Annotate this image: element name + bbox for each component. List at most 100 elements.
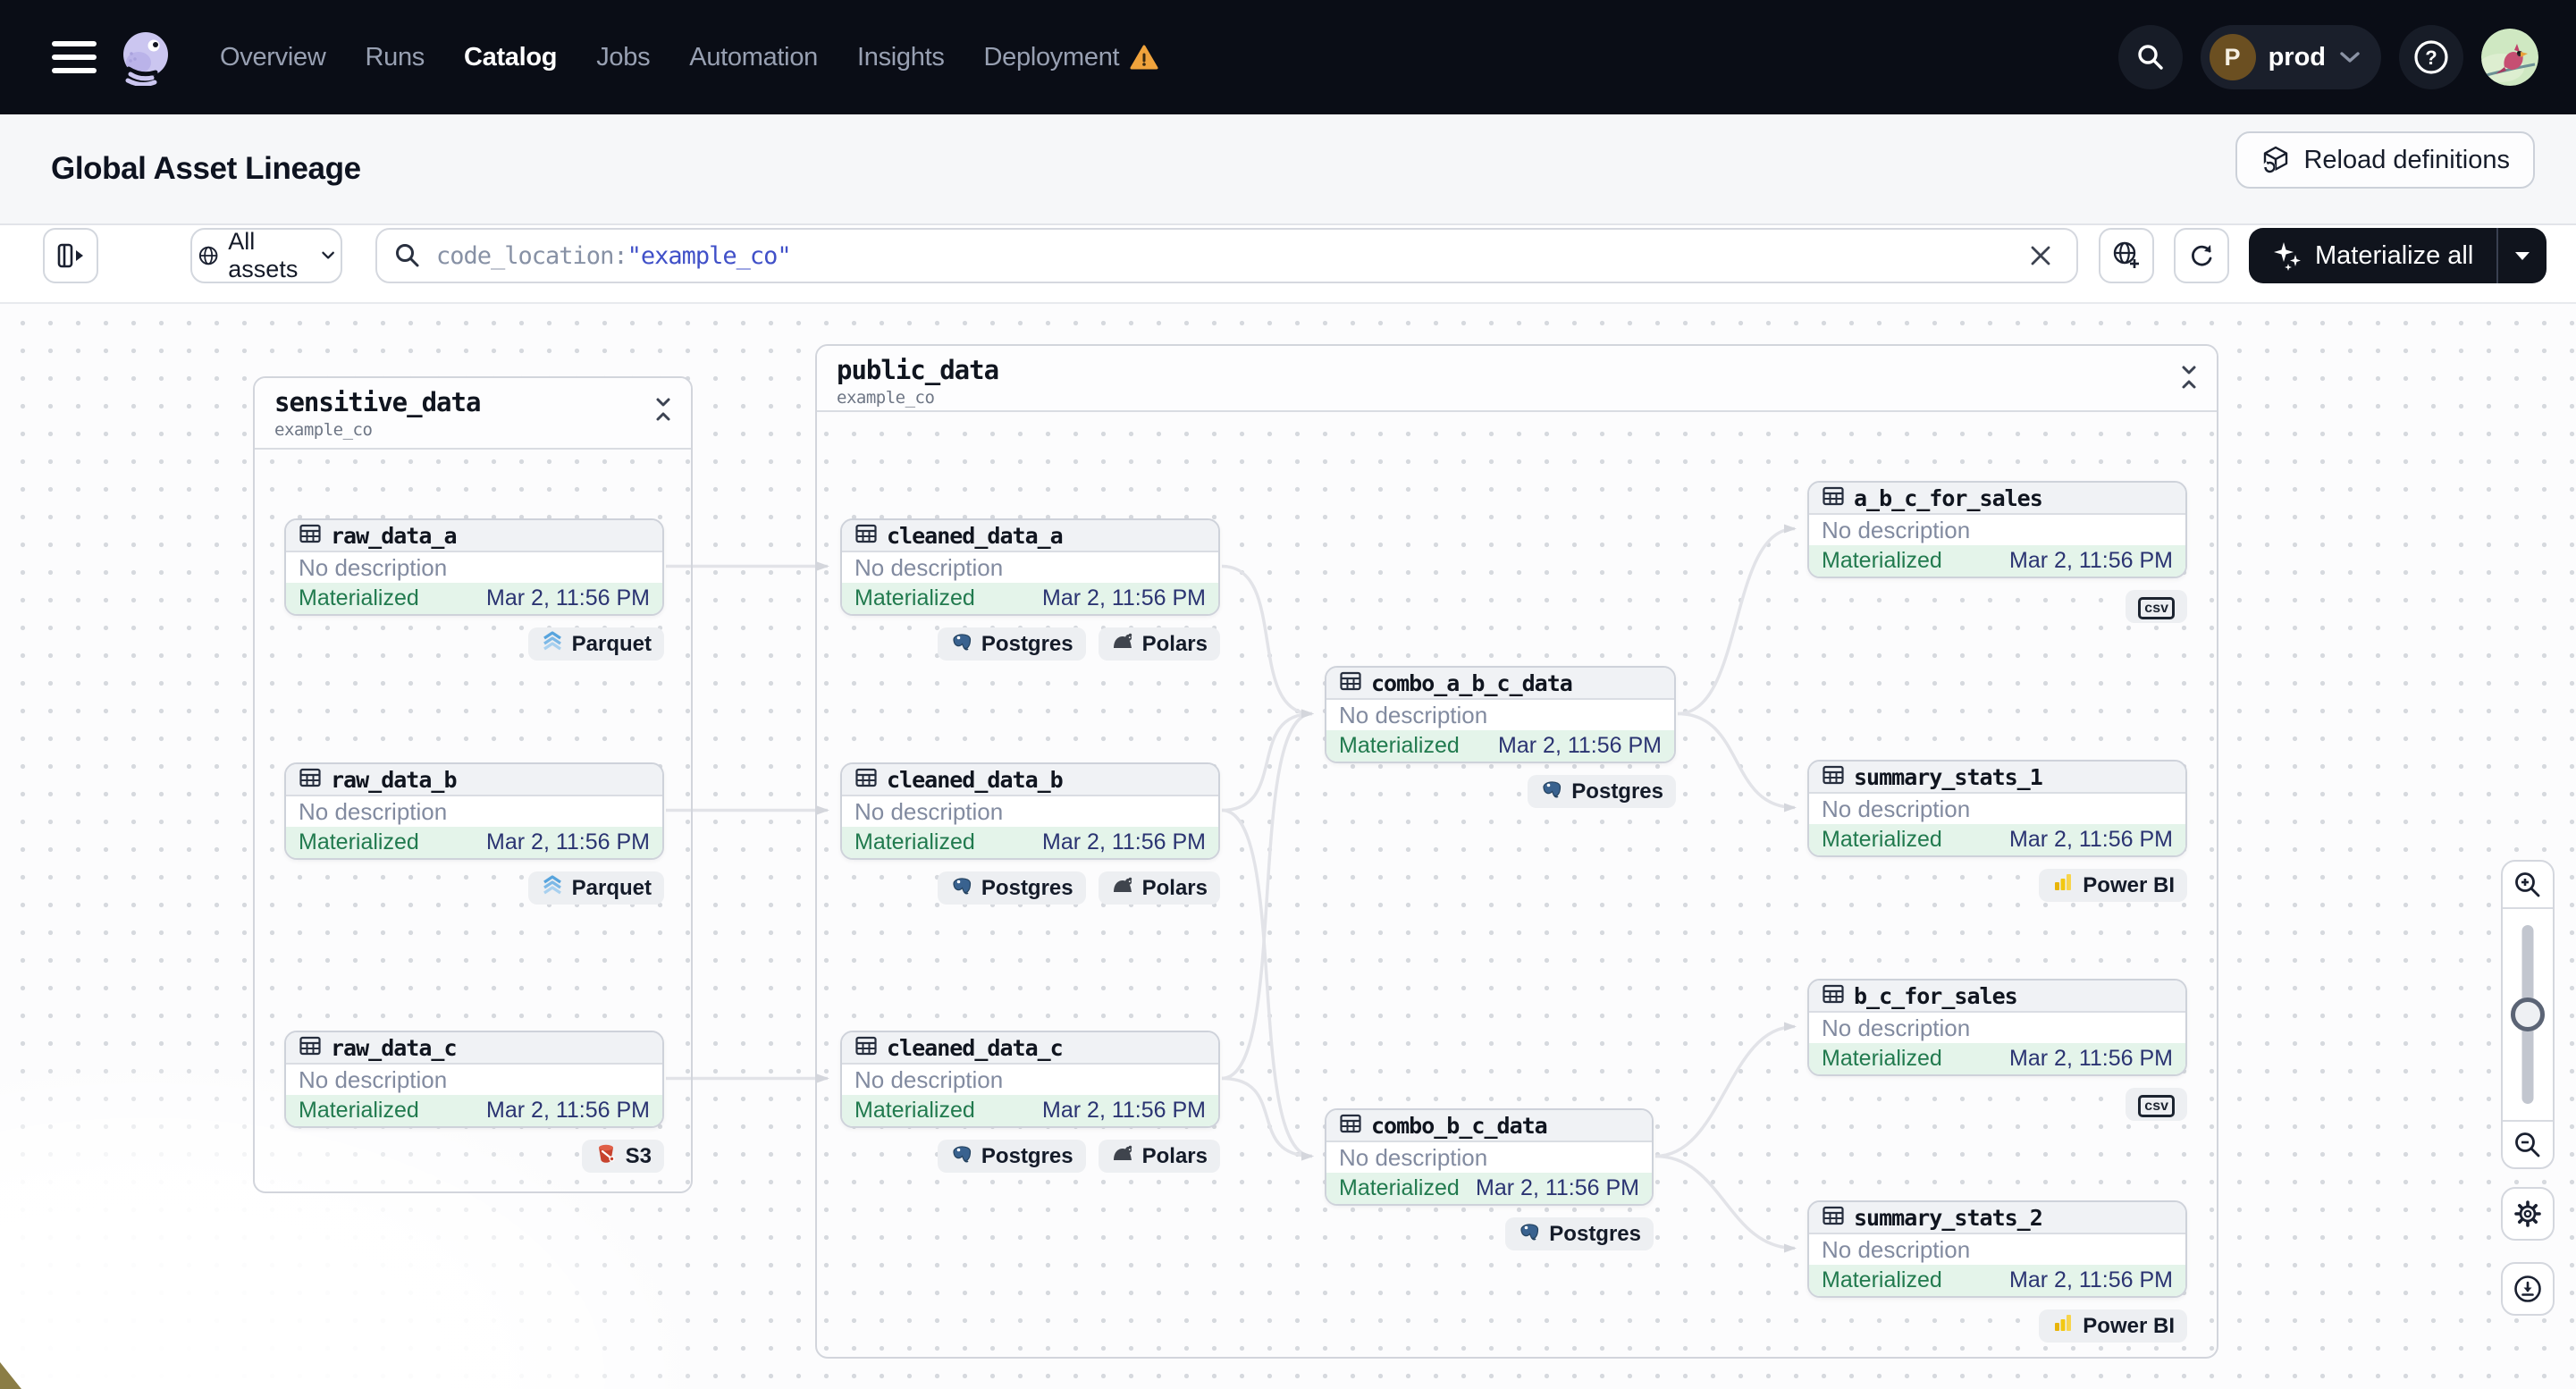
asset-tag-row: Postgres Polars [840,1140,1220,1173]
collapse-group-icon[interactable] [650,394,677,425]
group-header[interactable]: public_data example_co [817,346,2217,412]
asset-node-raw_data_b[interactable]: raw_data_b No description Materialized Mar … [284,762,664,860]
materialize-all-main[interactable]: Materialize all [2249,228,2496,283]
expand-panel-button[interactable] [43,228,98,283]
nav-item-insights[interactable]: Insights [857,43,945,72]
asset-node-cleaned_data_a[interactable]: cleaned_data_a No description Materialized… [840,518,1220,616]
group-header[interactable]: sensitive_data example_co [255,378,691,450]
asset-description: No description [1339,1143,1488,1171]
filter-code-location-button[interactable] [2099,228,2154,283]
materialized-timestamp[interactable]: Mar 2, 11:56 PM [1042,585,1206,611]
user-avatar[interactable] [2481,29,2538,86]
materialize-all-label: Materialize all [2315,240,2474,270]
tag-label: Parquet [571,631,652,656]
materialized-status: Materialized [1822,827,1942,852]
kind-tag-csv[interactable]: csv [2126,590,2187,623]
table-icon [1822,763,1845,791]
table-icon [1822,982,1845,1010]
powerbi-icon [2051,1311,2075,1341]
asset-node-header: cleaned_data_c [842,1032,1218,1065]
asset-node-summary_stats_1[interactable]: summary_stats_1 No description Materialize… [1807,760,2187,857]
asset-name: raw_data_a [331,522,458,549]
download-image-button[interactable] [2501,1262,2555,1316]
nav-item-automation[interactable]: Automation [689,43,818,72]
kind-tag-postgres[interactable]: Postgres [937,1140,1086,1173]
asset-node-combo_a_b_c_data[interactable]: combo_a_b_c_data No description Materializ… [1325,666,1676,763]
environment-switcher[interactable]: P prod [2200,25,2381,89]
kind-tag-csv[interactable]: csv [2126,1088,2187,1121]
gear-icon [2514,1200,2541,1227]
materialized-timestamp[interactable]: Mar 2, 11:56 PM [2009,1046,2173,1072]
collapse-group-icon[interactable] [2176,362,2202,392]
search-icon[interactable] [2117,25,2183,89]
kind-tag-power bi[interactable]: Power BI [2039,1309,2187,1343]
kind-tag-parquet[interactable]: Parquet [527,627,664,661]
nav-item-catalog[interactable]: Catalog [463,42,558,72]
nav-item-label: Catalog [463,42,558,72]
asset-node-header: combo_b_c_data [1326,1110,1652,1142]
materialized-timestamp[interactable]: Mar 2, 11:56 PM [2009,1267,2173,1293]
kind-tag-postgres[interactable]: Postgres [937,627,1086,661]
materialized-status: Materialized [1339,733,1460,758]
parquet-icon [541,629,564,659]
postgres-icon [1540,777,1563,806]
asset-node-combo_b_c_data[interactable]: combo_b_c_data No description Materialized… [1325,1108,1654,1206]
clear-search-icon[interactable] [2021,236,2060,275]
materialize-options-caret[interactable] [2496,228,2547,283]
nav-item-runs[interactable]: Runs [365,43,425,72]
asset-node-summary_stats_2[interactable]: summary_stats_2 No description Materialize… [1807,1200,2187,1298]
zoom-slider-thumb[interactable] [2511,998,2545,1032]
materialize-all-button[interactable]: Materialize all [2249,228,2547,283]
zoom-out-button[interactable] [2503,1120,2553,1167]
materialized-timestamp[interactable]: Mar 2, 11:56 PM [2009,548,2173,574]
asset-node-a_b_c_for_sales[interactable]: a_b_c_for_sales No description Materialize… [1807,481,2187,578]
kind-tag-polars[interactable]: Polars [1098,1140,1220,1173]
kind-tag-postgres[interactable]: Postgres [1528,775,1676,808]
kind-tag-parquet[interactable]: Parquet [527,871,664,905]
kind-tag-polars[interactable]: Polars [1098,627,1220,661]
dagster-logo-icon[interactable] [116,29,173,88]
materialized-timestamp[interactable]: Mar 2, 11:56 PM [486,585,650,611]
materialized-timestamp[interactable]: Mar 2, 11:56 PM [1476,1175,1639,1201]
kind-tag-s3[interactable]: S3 [581,1140,664,1173]
table-icon [299,1034,322,1062]
asset-node-raw_data_a[interactable]: raw_data_a No description Materialized Mar … [284,518,664,616]
kind-tag-postgres[interactable]: Postgres [937,871,1086,905]
nav-item-overview[interactable]: Overview [220,43,326,72]
asset-scope-dropdown[interactable]: All assets [190,228,342,283]
materialized-timestamp[interactable]: Mar 2, 11:56 PM [1042,829,1206,855]
kind-tag-postgres[interactable]: Postgres [1505,1217,1654,1250]
nav-item-deployment[interactable]: Deployment [984,43,1159,72]
nav-item-label: Automation [689,42,818,72]
materialized-timestamp[interactable]: Mar 2, 11:56 PM [486,1098,650,1124]
graph-settings-button[interactable] [2501,1187,2555,1241]
materialized-timestamp[interactable]: Mar 2, 11:56 PM [1498,733,1662,759]
asset-node-cleaned_data_b[interactable]: cleaned_data_b No description Materialized… [840,762,1220,860]
asset-node-raw_data_c[interactable]: raw_data_c No description Materialized Mar … [284,1031,664,1128]
asset-node-header: cleaned_data_a [842,520,1218,552]
asset-node-cleaned_data_c[interactable]: cleaned_data_c No description Materialized… [840,1031,1220,1128]
nav-item-label: Insights [856,42,945,72]
asset-tag-row: Parquet [284,627,664,661]
asset-node-header: raw_data_b [286,764,662,796]
help-icon[interactable]: ? [2399,25,2463,89]
refresh-button[interactable] [2174,228,2229,283]
zoom-in-button[interactable] [2503,862,2553,909]
minimap-corner [0,1362,21,1389]
nav-item-jobs[interactable]: Jobs [596,43,650,72]
menu-icon[interactable] [52,41,97,73]
lineage-search-input[interactable]: code_location:"example_co" [375,228,2078,283]
materialized-timestamp[interactable]: Mar 2, 11:56 PM [2009,827,2173,853]
materialized-timestamp[interactable]: Mar 2, 11:56 PM [1042,1098,1206,1124]
reload-definitions-button[interactable]: Reload definitions [2235,131,2535,189]
search-icon [396,244,419,267]
chevron-down-icon [322,251,334,259]
group-title: public_data [837,355,999,385]
zoom-slider[interactable] [2503,909,2553,1120]
warning-icon [1130,45,1158,70]
kind-tag-power bi[interactable]: Power BI [2039,869,2187,902]
asset-node-b_c_for_sales[interactable]: b_c_for_sales No description Materialized M… [1807,979,2187,1076]
materialized-timestamp[interactable]: Mar 2, 11:56 PM [486,829,650,855]
kind-tag-polars[interactable]: Polars [1098,871,1220,905]
asset-name: a_b_c_for_sales [1854,484,2043,511]
